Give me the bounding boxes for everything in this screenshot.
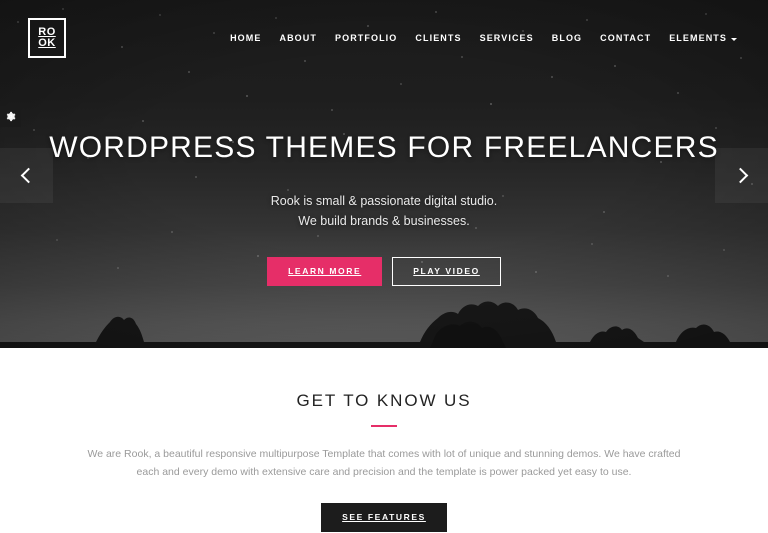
chevron-right-icon <box>732 167 748 184</box>
nav-item-elements-label: ELEMENTS <box>669 33 727 43</box>
settings-toggle-button[interactable] <box>0 106 21 127</box>
see-features-button[interactable]: SEE FEATURES <box>321 503 447 532</box>
hero-subtitle: Rook is small & passionate digital studi… <box>271 191 498 232</box>
nav-item-services[interactable]: SERVICES <box>471 27 543 49</box>
learn-more-button[interactable]: LEARN MORE <box>267 257 383 286</box>
logo-line-2: OK <box>38 37 56 49</box>
slider-prev-button[interactable] <box>0 148 53 203</box>
hero-button-group: LEARN MORE PLAY VIDEO <box>267 257 501 286</box>
hero-title: WORDPRESS THEMES FOR FREELANCERS <box>49 131 719 164</box>
nav-item-blog[interactable]: BLOG <box>543 27 591 49</box>
chevron-left-icon <box>20 167 36 184</box>
nav-item-home[interactable]: HOME <box>221 27 270 49</box>
main-navigation: HOME ABOUT PORTFOLIO CLIENTS SERVICES BL… <box>221 27 746 49</box>
nav-item-contact[interactable]: CONTACT <box>591 27 660 49</box>
gear-icon <box>6 111 16 122</box>
slider-next-button[interactable] <box>715 148 768 203</box>
play-video-button[interactable]: PLAY VIDEO <box>392 257 501 286</box>
nav-item-about[interactable]: ABOUT <box>270 27 326 49</box>
site-logo[interactable]: RO OK <box>28 18 66 58</box>
nav-item-clients[interactable]: CLIENTS <box>406 27 470 49</box>
section-title: GET TO KNOW US <box>296 391 472 410</box>
site-header: RO OK HOME ABOUT PORTFOLIO CLIENTS SERVI… <box>0 0 768 76</box>
hero-subtitle-line-1: Rook is small & passionate digital studi… <box>270 193 498 208</box>
title-divider <box>371 425 397 427</box>
nav-item-portfolio[interactable]: PORTFOLIO <box>326 27 406 49</box>
nav-item-elements[interactable]: ELEMENTS <box>660 27 746 49</box>
hero-slider: RO OK HOME ABOUT PORTFOLIO CLIENTS SERVI… <box>0 0 768 348</box>
get-to-know-us-section: GET TO KNOW US We are Rook, a beautiful … <box>0 348 768 533</box>
hero-subtitle-line-2: We build brands & businesses. <box>298 213 470 228</box>
chevron-down-icon <box>731 37 737 41</box>
section-paragraph: We are Rook, a beautiful responsive mult… <box>87 448 681 479</box>
